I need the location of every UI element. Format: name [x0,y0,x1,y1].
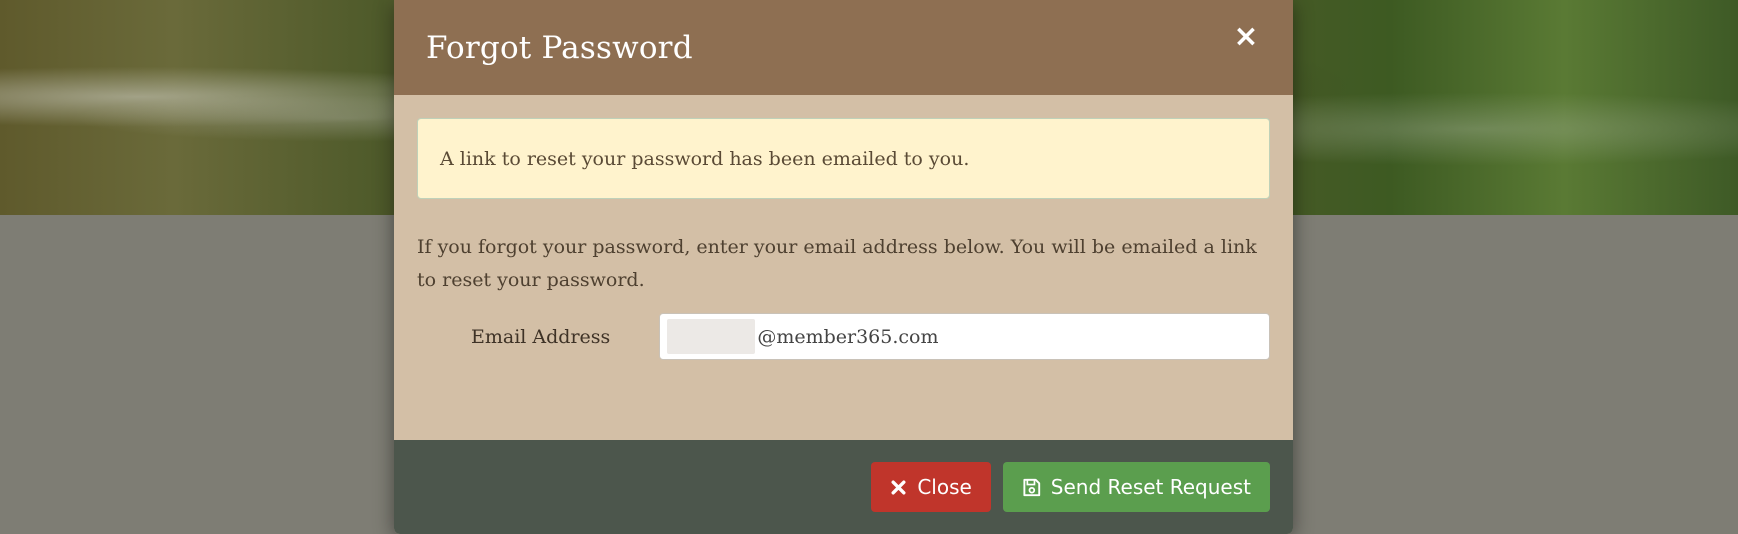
email-form-row: Email Address @member365.com [417,313,1270,360]
send-button-label: Send Reset Request [1050,475,1251,499]
forgot-password-modal: Forgot Password × A link to reset your p… [394,0,1293,534]
times-icon [890,479,907,496]
redacted-text [667,319,756,354]
close-icon[interactable]: × [1231,22,1261,52]
close-button-label: Close [917,475,972,499]
send-reset-request-button[interactable]: Send Reset Request [1002,462,1270,512]
email-field[interactable]: @member365.com [659,313,1270,360]
modal-footer: Close Send Reset Request [394,440,1293,534]
modal-header: Forgot Password × [394,0,1293,95]
alert-message: A link to reset your password has been e… [440,147,970,170]
success-alert: A link to reset your password has been e… [417,118,1270,199]
modal-title: Forgot Password [426,29,693,66]
save-icon [1022,478,1041,497]
close-button[interactable]: Close [871,462,991,512]
email-label: Email Address [471,325,611,348]
email-value: @member365.com [757,325,939,348]
modal-body: A link to reset your password has been e… [394,95,1293,440]
intro-text: If you forgot your password, enter your … [417,236,1257,291]
